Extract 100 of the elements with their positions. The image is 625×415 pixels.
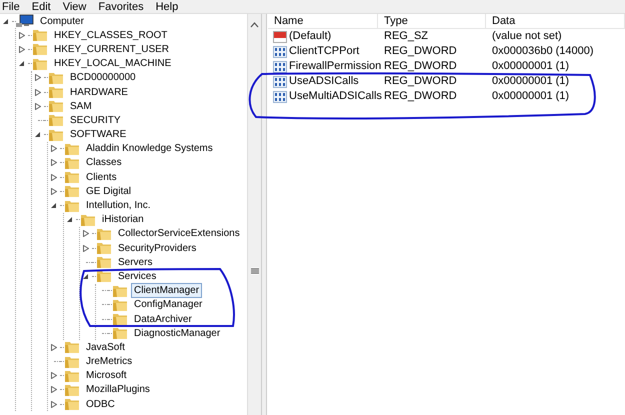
folder-icon	[112, 326, 128, 340]
collapse-arrow-icon[interactable]	[67, 216, 73, 224]
collapse-arrow-icon[interactable]	[51, 202, 57, 210]
expand-arrow-icon[interactable]	[51, 372, 57, 380]
expand-arrow-icon[interactable]	[83, 244, 89, 252]
binary-value-icon	[273, 90, 287, 102]
expand-arrow-icon[interactable]	[19, 32, 25, 39]
value-data: 0x00000001 (1)	[491, 59, 570, 74]
folder-icon	[32, 42, 48, 56]
binary-value-icon	[273, 76, 287, 88]
value-type: REG_DWORD	[383, 59, 458, 74]
folder-icon	[64, 198, 80, 213]
tree-item[interactable]: SOFTWARE	[67, 127, 130, 142]
tree-item[interactable]: ODBC	[83, 396, 118, 412]
tree-item[interactable]: iHistorian	[99, 212, 147, 228]
value-name[interactable]: (Default)	[289, 28, 332, 45]
folder-icon	[32, 28, 48, 42]
computer-icon	[16, 14, 34, 28]
column-header[interactable]: Type	[378, 14, 486, 28]
tree-item[interactable]: SAM	[67, 98, 95, 114]
expand-arrow-icon[interactable]	[51, 145, 57, 152]
expand-arrow-icon[interactable]	[35, 88, 41, 96]
expand-arrow-icon[interactable]	[35, 74, 41, 82]
expand-arrow-icon[interactable]	[51, 400, 57, 408]
grip-icon[interactable]	[250, 268, 258, 274]
folder-icon	[96, 241, 112, 256]
folder-icon	[96, 269, 112, 284]
folder-icon	[64, 382, 80, 397]
value-type: REG_DWORD	[383, 74, 458, 90]
folder-icon	[64, 354, 80, 369]
value-data: (value not set)	[491, 29, 563, 44]
tree-item[interactable]: Servers	[115, 254, 156, 270]
tree-item[interactable]: DiagnosticManager	[131, 326, 224, 341]
tree-item[interactable]: ConfigManager	[131, 297, 206, 312]
tree-item[interactable]: Intellution, Inc.	[83, 198, 154, 214]
collapse-arrow-icon[interactable]	[19, 60, 25, 68]
tree-item[interactable]: HKEY_LOCAL_MACHINE	[51, 56, 174, 72]
tree-item[interactable]: Clients	[83, 170, 120, 185]
value-data: 0x000036b0 (14000)	[491, 44, 595, 60]
collapse-arrow-icon[interactable]	[3, 18, 9, 25]
value-type: REG_DWORD	[383, 44, 458, 60]
collapse-arrow-icon[interactable]	[83, 272, 89, 280]
scrollbar[interactable]	[248, 14, 262, 415]
value-name[interactable]: ClientTCPPort	[289, 43, 360, 60]
folder-icon	[64, 184, 80, 198]
value-name[interactable]: UseMultiADSICalls	[289, 88, 382, 105]
tree-item[interactable]: HKEY_CLASSES_ROOT	[51, 28, 170, 43]
expand-arrow-icon[interactable]	[51, 188, 57, 195]
folder-icon	[112, 284, 128, 298]
expand-arrow-icon[interactable]	[19, 46, 25, 53]
menu-item[interactable]: View	[56, 0, 92, 12]
tree-item[interactable]: GE Digital	[83, 184, 134, 199]
menu-item[interactable]: Favorites	[92, 0, 150, 12]
folder-icon	[48, 70, 64, 85]
folder-icon	[32, 56, 48, 71]
tree-item[interactable]: JavaSoft	[83, 340, 128, 355]
tree-item[interactable]: DataArchiver	[131, 312, 195, 327]
tree-item[interactable]: Classes	[83, 155, 125, 170]
tree-item[interactable]: CollectorServiceExtensions	[115, 226, 243, 242]
folder-icon	[48, 85, 64, 100]
collapse-arrow-icon[interactable]	[35, 131, 41, 138]
tree-item[interactable]: SecurityProviders	[115, 240, 200, 256]
tree-item[interactable]: JreMetrics	[83, 354, 136, 370]
expand-arrow-icon[interactable]	[83, 230, 89, 238]
folder-icon	[80, 212, 96, 227]
binary-value-icon	[273, 46, 287, 58]
menu-item[interactable]: Edit	[26, 0, 57, 12]
menu-item[interactable]: Help	[150, 0, 184, 12]
tree-item[interactable]: ClientManager	[131, 283, 202, 298]
tree-item[interactable]: HARDWARE	[67, 84, 131, 100]
folder-icon	[64, 397, 80, 412]
value-data: 0x00000001 (1)	[491, 89, 570, 104]
column-header[interactable]: Data	[486, 14, 625, 28]
value-name[interactable]: UseADSICalls	[289, 73, 359, 90]
tree-item[interactable]: MozillaPlugins	[83, 382, 153, 398]
folder-icon	[64, 156, 80, 170]
string-value-icon	[273, 30, 287, 42]
scroll-up-icon[interactable]	[250, 22, 259, 28]
tree-item[interactable]: Computer	[37, 14, 87, 29]
folder-icon	[48, 113, 64, 128]
tree-item[interactable]: Aladdin Knowledge Systems	[83, 141, 216, 156]
column-header[interactable]: Name	[268, 14, 378, 28]
folder-icon	[48, 128, 64, 142]
expand-arrow-icon[interactable]	[51, 344, 57, 351]
tree-item[interactable]: Services	[115, 268, 160, 284]
expand-arrow-icon[interactable]	[51, 159, 57, 166]
folder-icon	[96, 255, 112, 270]
expand-arrow-icon[interactable]	[35, 102, 41, 110]
expand-arrow-icon[interactable]	[51, 174, 57, 181]
tree-item[interactable]: BCD00000000	[67, 70, 139, 86]
folder-icon	[64, 142, 80, 156]
folder-icon	[64, 368, 80, 383]
tree-item[interactable]: SECURITY	[67, 112, 124, 128]
tree-item[interactable]: HKEY_CURRENT_USER	[51, 42, 172, 57]
folder-icon	[64, 170, 80, 184]
expand-arrow-icon[interactable]	[51, 386, 57, 394]
menu-item[interactable]: File	[0, 0, 26, 12]
tree-item[interactable]: Microsoft	[83, 368, 130, 384]
value-name[interactable]: FirewallPermission	[289, 58, 382, 75]
folder-icon	[112, 312, 128, 326]
